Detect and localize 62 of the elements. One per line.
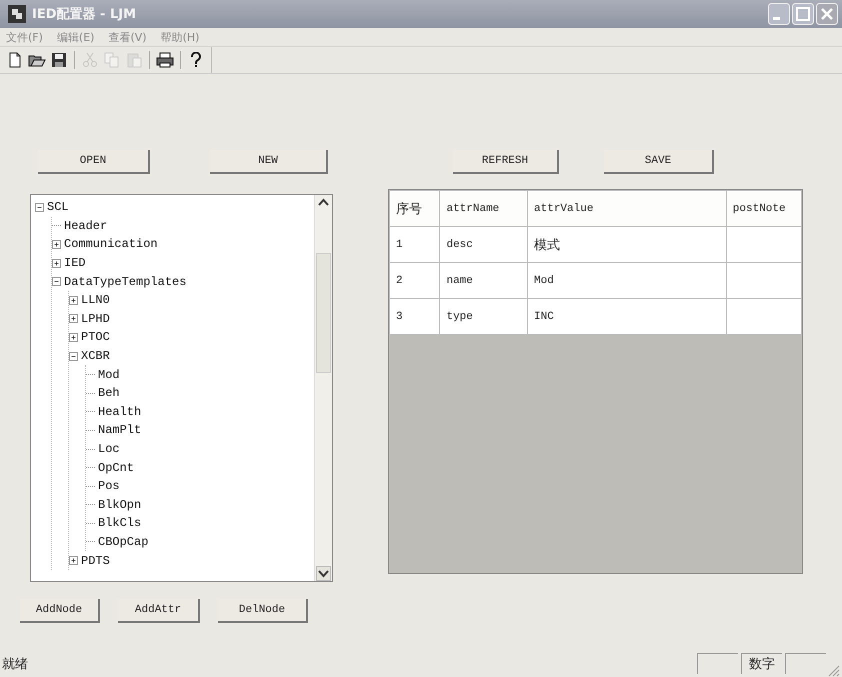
tree-item[interactable]: IED [64, 256, 86, 270]
tree-view[interactable]: SCL Header Communication IED DataTypeTemplates LLN0 LPHD PTOC XCBR Mod Beh Health NamPlt Loc OpCnt Pos BlkOpn BlkCls CBOpCap PDTS [30, 194, 333, 582]
tree-item[interactable]: PTOC [81, 330, 110, 344]
tree-item[interactable]: OpCnt [98, 460, 134, 475]
scroll-down-icon[interactable] [316, 566, 331, 581]
new-file-icon[interactable] [7, 52, 23, 68]
expand-icon[interactable] [52, 240, 61, 249]
row-number: 2 [390, 262, 440, 298]
push-button[interactable]: REFRESH [453, 150, 559, 174]
column-header[interactable]: postNote [726, 190, 802, 226]
question-mark-icon[interactable] [190, 52, 202, 68]
window-title: IED配置器 - LJM [32, 6, 138, 23]
tree-item[interactable]: SCL [47, 200, 69, 214]
collapse-icon[interactable] [52, 277, 61, 286]
table-cell: name [440, 262, 528, 298]
column-header[interactable]: attrValue [528, 190, 726, 226]
table-cell: 模式 [528, 226, 726, 262]
expand-icon[interactable] [52, 258, 61, 268]
expand-icon[interactable] [69, 296, 78, 305]
tree-item[interactable]: Health [98, 404, 142, 419]
push-button[interactable]: OPEN [38, 150, 150, 174]
tree-item[interactable]: CBOpCap [98, 534, 148, 549]
row-number: 3 [390, 298, 440, 334]
collapse-icon[interactable] [69, 352, 78, 361]
push-button[interactable]: DelNode [218, 599, 308, 623]
tree-item[interactable]: DataTypeTemplates [64, 274, 186, 289]
column-header[interactable]: attrName [440, 190, 528, 226]
tree-item[interactable]: XCBR [81, 349, 110, 364]
tree-item[interactable]: LPHD [81, 312, 110, 326]
table-cell: type [440, 298, 528, 334]
table-cell: Mod [528, 262, 726, 298]
expand-icon[interactable] [69, 332, 78, 342]
expand-icon[interactable] [69, 556, 78, 566]
resize-grip-icon[interactable] [826, 663, 840, 677]
empty-status-pane [785, 653, 826, 674]
tree-item[interactable]: BlkCls [98, 516, 142, 530]
push-button[interactable]: AddNode [20, 599, 100, 623]
scrollbar-thumb[interactable] [316, 253, 331, 373]
tree-item[interactable]: BlkOpn [98, 498, 142, 512]
expand-icon[interactable] [69, 314, 78, 324]
table-cell: desc [440, 226, 528, 262]
table-cell: INC [528, 298, 726, 334]
push-button[interactable]: SAVE [604, 150, 714, 174]
status-text: 就绪 [2, 656, 29, 672]
row-number: 1 [390, 226, 440, 262]
tree-item[interactable]: Header [64, 218, 108, 233]
app-icon [8, 5, 26, 23]
status-pane: 数字 [741, 653, 782, 674]
tree-item[interactable]: Loc [98, 442, 120, 456]
column-header[interactable]: 序号 [390, 190, 440, 226]
push-button[interactable]: AddAttr [118, 599, 200, 623]
tree-item[interactable]: NamPlt [98, 423, 142, 438]
tree-item[interactable]: Mod [98, 368, 120, 382]
tree-item[interactable]: LLN0 [81, 293, 110, 308]
tree-item[interactable]: Pos [98, 479, 120, 494]
push-button[interactable]: NEW [210, 150, 328, 174]
printer-icon[interactable] [156, 52, 174, 68]
empty-status-pane [697, 653, 738, 674]
tree-item[interactable]: Beh [98, 386, 120, 400]
tree-item[interactable]: PDTS [81, 554, 110, 568]
tree-item[interactable]: Communication [64, 237, 158, 252]
collapse-icon[interactable] [35, 202, 44, 212]
